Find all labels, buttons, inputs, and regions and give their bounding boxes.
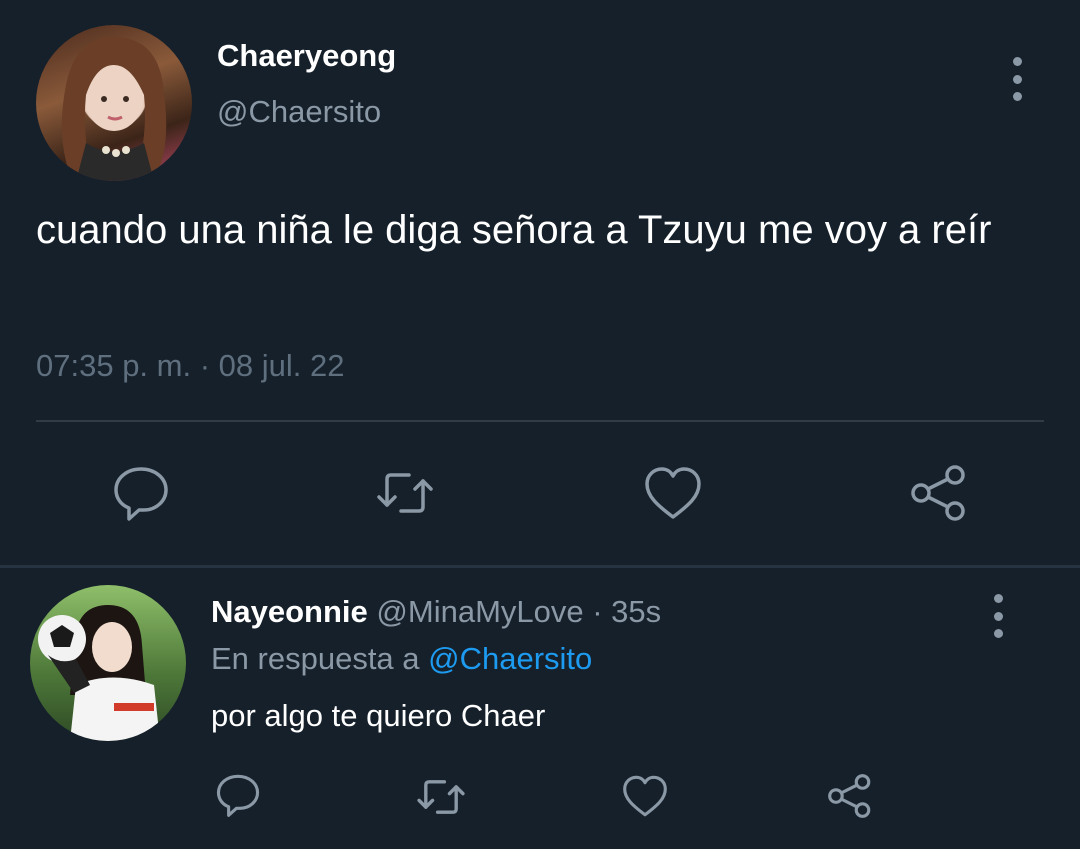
- reply-retweet-icon[interactable]: [414, 770, 468, 824]
- tweet-timestamp[interactable]: 07:35 p. m. · 08 jul. 22: [36, 348, 344, 384]
- reply-author-display-name[interactable]: Nayeonnie: [211, 594, 368, 629]
- share-icon[interactable]: [907, 461, 971, 525]
- replying-to-label: En respuesta a: [211, 641, 429, 676]
- reply-like-icon[interactable]: [620, 771, 670, 821]
- section-divider: [0, 565, 1080, 568]
- replying-to-mention[interactable]: @Chaersito: [428, 641, 592, 676]
- avatar[interactable]: [36, 25, 192, 181]
- reply-author-handle[interactable]: @MinaMyLove: [376, 594, 583, 629]
- like-icon[interactable]: [641, 461, 705, 525]
- reply-time: · 35s: [583, 594, 662, 629]
- author-handle[interactable]: @Chaersito: [217, 94, 381, 130]
- replying-to: En respuesta a @Chaersito: [211, 641, 592, 677]
- reply-more-options-icon[interactable]: [988, 594, 1008, 638]
- reply-avatar[interactable]: [30, 585, 186, 741]
- author-display-name[interactable]: Chaeryeong: [217, 38, 396, 74]
- reply-text: por algo te quiero Chaer: [211, 698, 546, 733]
- retweet-icon[interactable]: [373, 461, 437, 525]
- reply-share-icon[interactable]: [825, 771, 875, 821]
- reply-icon[interactable]: [109, 461, 173, 525]
- reply-reply-icon[interactable]: [213, 770, 263, 820]
- reply-header: Nayeonnie @MinaMyLove · 35s: [211, 594, 661, 630]
- divider: [36, 420, 1044, 422]
- more-options-icon[interactable]: [1007, 57, 1027, 101]
- tweet-text: cuando una niña le diga señora a Tzuyu m…: [36, 208, 992, 252]
